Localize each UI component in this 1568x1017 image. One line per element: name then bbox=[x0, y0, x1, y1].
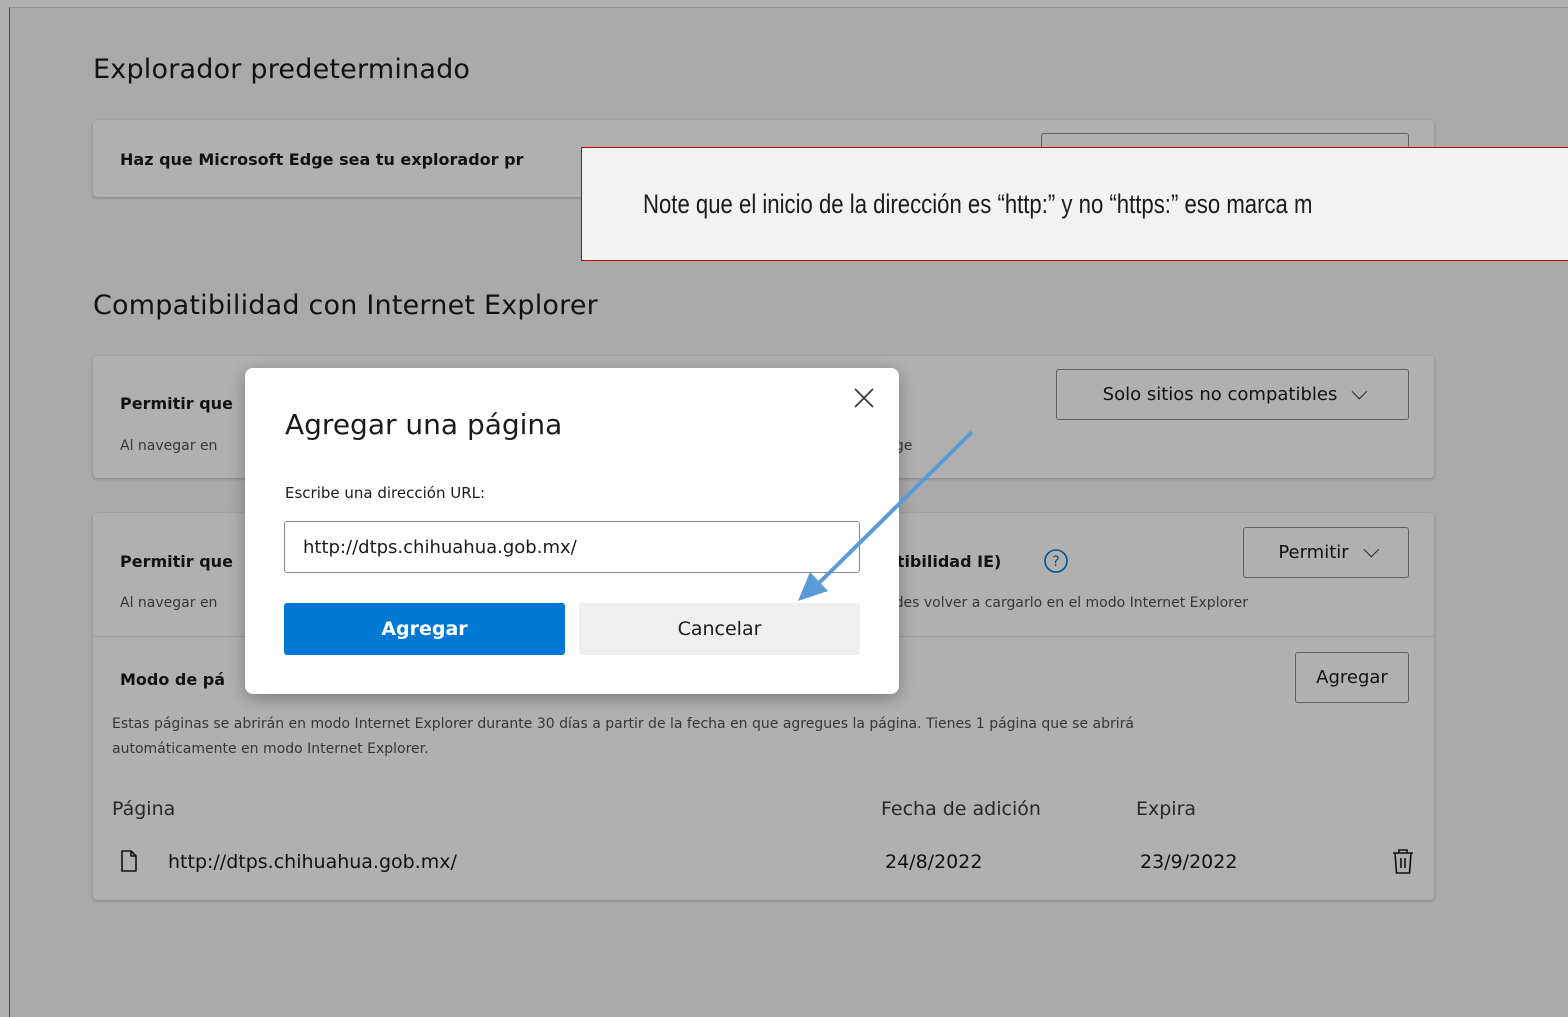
annotation-note: Note que el inicio de la dirección es “h… bbox=[581, 147, 1568, 261]
screenshot-stage: Explorador predeterminado Haz que Micros… bbox=[0, 0, 1568, 1017]
add-page-dialog: Agregar una página Escribe una dirección… bbox=[245, 368, 899, 694]
url-input[interactable] bbox=[284, 521, 860, 573]
cancel-button[interactable]: Cancelar bbox=[579, 603, 860, 655]
annotation-note-text: Note que el inicio de la dirección es “h… bbox=[643, 189, 1313, 219]
close-icon[interactable] bbox=[850, 384, 878, 412]
dialog-title: Agregar una página bbox=[285, 408, 563, 441]
add-button[interactable]: Agregar bbox=[284, 603, 565, 655]
url-field-label: Escribe una dirección URL: bbox=[285, 484, 486, 502]
